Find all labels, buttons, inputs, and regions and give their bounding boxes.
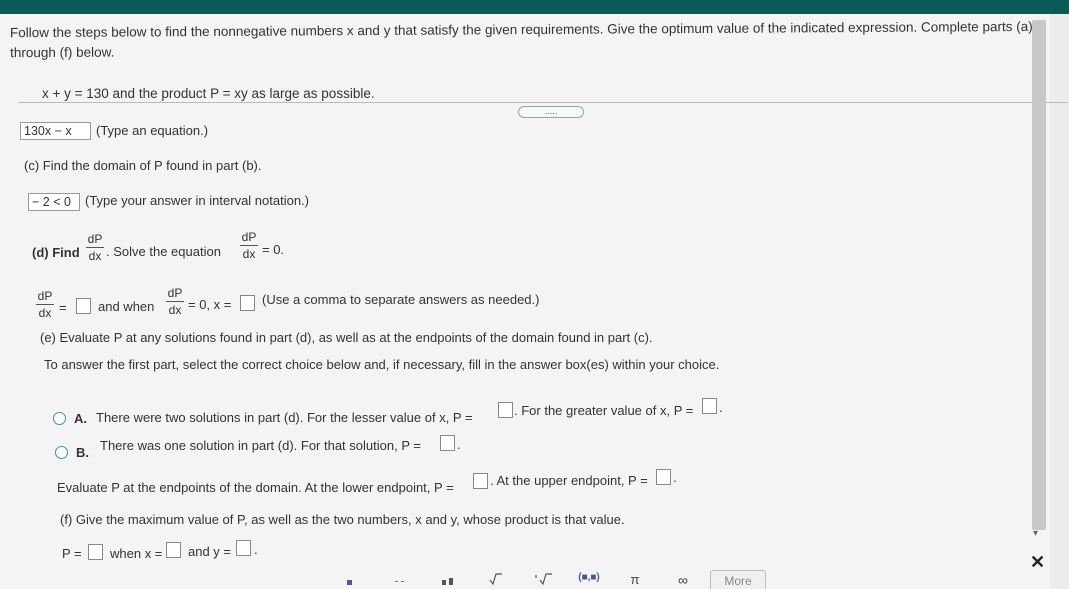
part-c-hint: (Type your answer in interval notation.): [85, 193, 309, 208]
and-when-text: and when: [98, 299, 155, 314]
option-a-letter: A.: [74, 411, 87, 426]
exponent-icon[interactable]: [438, 572, 458, 589]
more-button[interactable]: More: [710, 570, 766, 589]
choice-instructions: To answer the first part, select the cor…: [44, 357, 720, 372]
fraction-icon[interactable]: [340, 572, 360, 589]
max-x-box[interactable]: [166, 542, 181, 558]
part-b-hint: (Type an equation.): [96, 123, 209, 138]
derivative-answer-box[interactable]: [76, 298, 91, 314]
header-bar: [0, 0, 1069, 14]
max-y-box[interactable]: [236, 540, 251, 556]
max-p-box[interactable]: [88, 544, 103, 560]
option-a-greater-box[interactable]: [702, 398, 717, 414]
dp-dx-fraction-3: dP dx: [36, 289, 54, 320]
part-f-prompt: (f) Give the maximum value of P, as well…: [60, 512, 625, 527]
option-b-period: .: [457, 437, 461, 452]
equals-sign: =: [59, 300, 67, 315]
dp-dx-fraction-2: dP dx: [240, 230, 258, 261]
instructions-text: Follow the steps below to find the nonne…: [9, 18, 1033, 61]
endpoints-period: .: [673, 470, 677, 485]
when-x-label: when x =: [110, 546, 163, 561]
option-b-letter: B.: [76, 445, 89, 460]
part-d-label: (d) Find: [32, 245, 80, 260]
option-b-box[interactable]: [440, 435, 455, 451]
scrollbar[interactable]: [1032, 20, 1046, 530]
divider: [18, 102, 1068, 103]
scroll-down-icon[interactable]: ▾: [1033, 528, 1038, 539]
close-icon[interactable]: ✕: [1030, 552, 1045, 573]
part-c-prompt: (c) Find the domain of P found in part (…: [24, 158, 262, 173]
and-y-label: and y =: [188, 544, 232, 559]
option-a-text: There were two solutions in part (d). Fo…: [96, 410, 473, 425]
part-e-prompt: (e) Evaluate P at any solutions found in…: [40, 330, 653, 345]
equals-zero-text: = 0.: [262, 242, 285, 257]
solve-equation-text: . Solve the equation: [106, 244, 221, 259]
eq-zero-x-text: = 0, x =: [188, 297, 232, 312]
infinity-icon[interactable]: ∞: [674, 572, 692, 588]
option-a-period: .: [719, 400, 723, 415]
option-a-radio[interactable]: [53, 412, 66, 425]
p-equals-label: P =: [62, 546, 82, 561]
option-a-lesser-box[interactable]: [498, 402, 513, 418]
upper-endpoint-box[interactable]: [656, 469, 671, 485]
dp-dx-fraction-4: dP dx: [166, 286, 184, 317]
option-a-text-2: . For the greater value of x, P =: [514, 403, 694, 418]
endpoints-text-2: . At the upper endpoint, P =: [490, 473, 648, 488]
pi-icon[interactable]: π: [628, 572, 642, 587]
interval-icon[interactable]: (■,■): [576, 572, 602, 583]
part-f-period: .: [254, 542, 258, 557]
endpoints-text: Evaluate P at the endpoints of the domai…: [57, 480, 454, 495]
part-b-answer-field[interactable]: 130x − x: [20, 122, 91, 140]
mixed-number-icon[interactable]: [390, 572, 410, 589]
sqrt-icon[interactable]: [486, 572, 506, 589]
part-d-hint: (Use a comma to separate answers as need…: [262, 292, 540, 307]
option-b-text: There was one solution in part (d). For …: [100, 438, 421, 453]
expand-button[interactable]: .....: [518, 106, 584, 118]
nth-root-icon[interactable]: [532, 572, 556, 589]
critical-x-answer-box[interactable]: [240, 295, 255, 311]
part-c-answer-field[interactable]: − 2 < 0: [28, 193, 80, 211]
dp-dx-fraction: dP dx: [86, 232, 104, 263]
option-b-radio[interactable]: [55, 446, 68, 459]
lower-endpoint-box[interactable]: [473, 473, 488, 489]
problem-statement: x + y = 130 and the product P = xy as la…: [42, 86, 375, 101]
